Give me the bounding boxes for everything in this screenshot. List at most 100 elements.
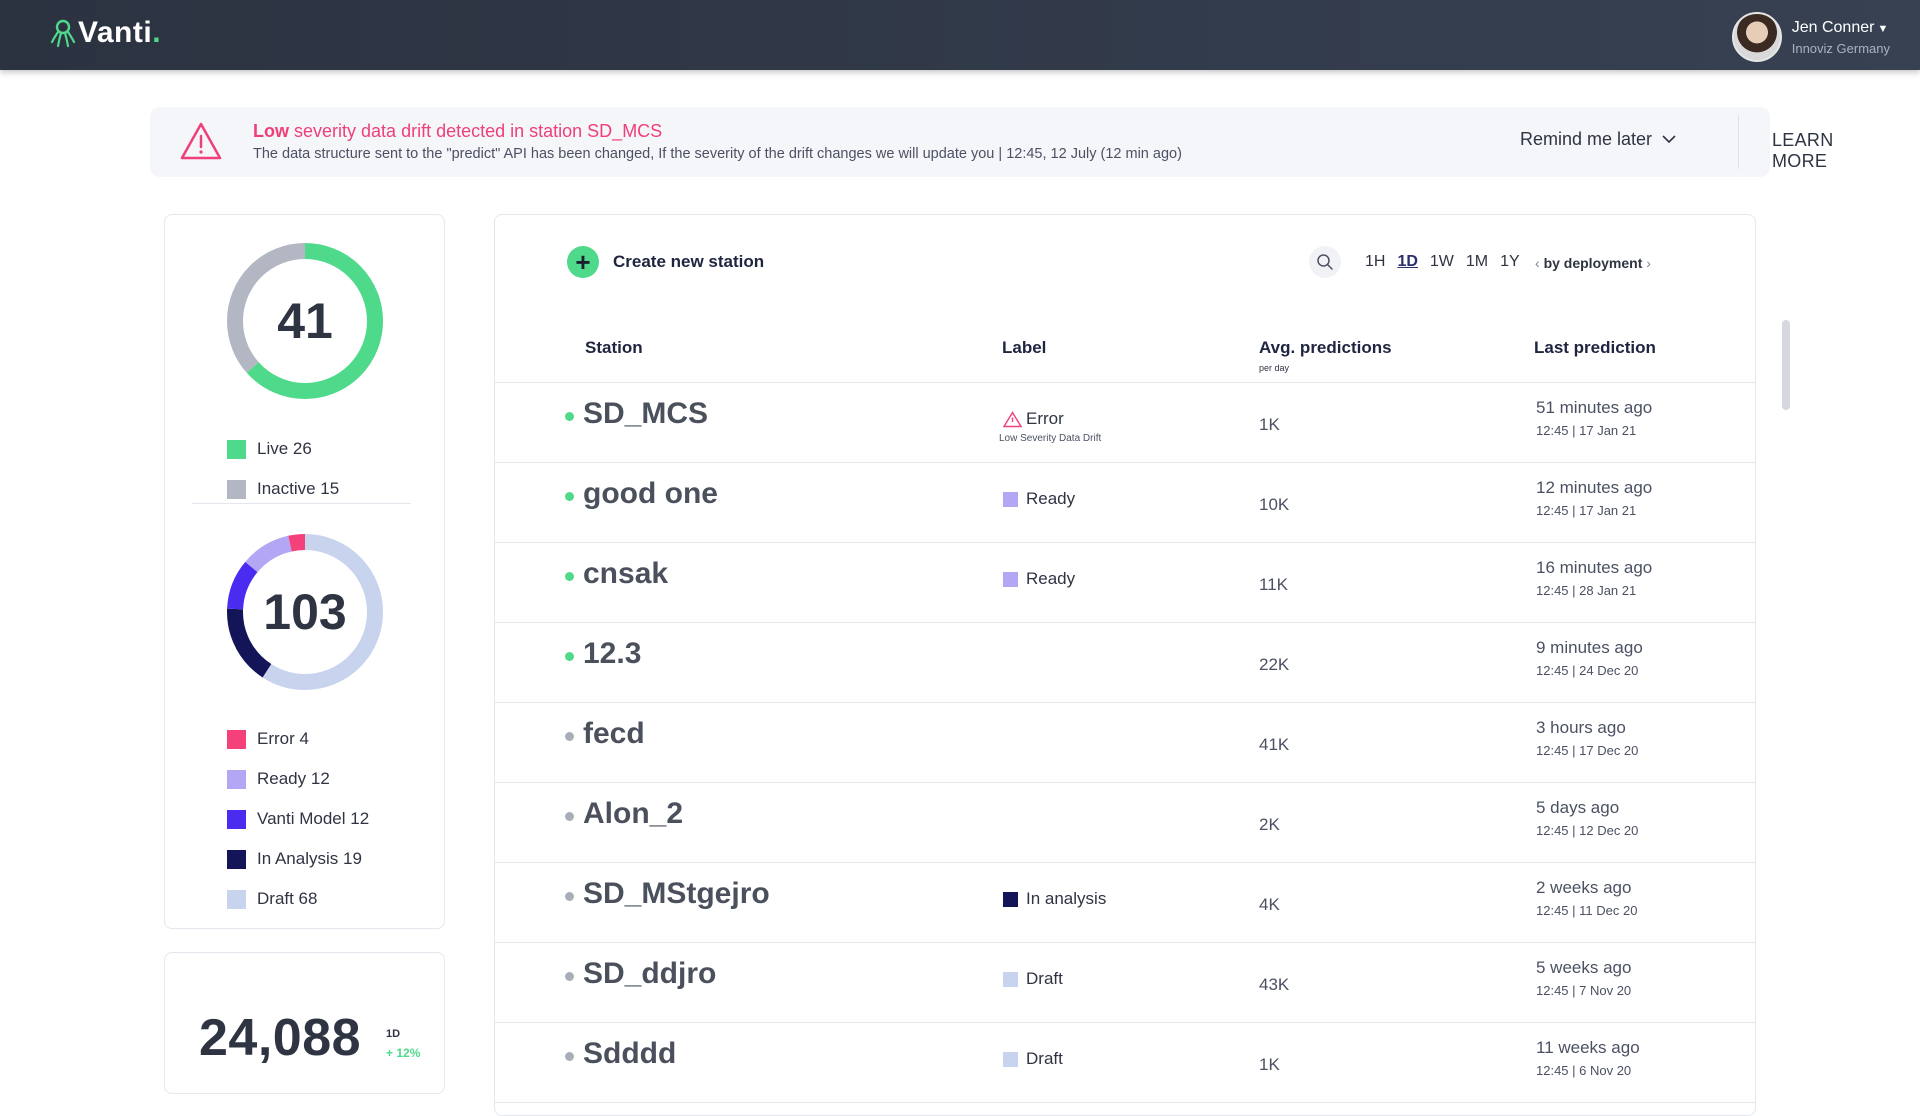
legend-item: Error 4 xyxy=(227,719,369,759)
station-name[interactable]: cnsak xyxy=(583,557,668,591)
predictions-delta: + 12% xyxy=(386,1046,421,1060)
table-row[interactable]: Alon_2 2K 5 days ago 12:45 | 12 Dec 20 xyxy=(495,783,1755,863)
table-row[interactable]: SD_ddjro Draft 43K 5 weeks ago 12:45 | 7 Nov… xyxy=(495,943,1755,1023)
label-swatch xyxy=(1003,571,1018,587)
alert-title: Low severity data drift detected in stat… xyxy=(253,121,662,142)
column-header-avg-predictions-sub: per day xyxy=(1259,363,1290,373)
card-divider xyxy=(192,503,411,504)
inactive-status-dot xyxy=(565,812,574,821)
last-prediction-timestamp: 12:45 | 17 Jan 21 xyxy=(1536,503,1637,518)
create-station-label: Create new station xyxy=(613,252,765,271)
chevron-right-icon: › xyxy=(1646,255,1651,271)
legend-swatch xyxy=(227,809,246,829)
group-by-deployment-toggle[interactable]: ‹ by deployment › xyxy=(1535,255,1651,271)
scrollbar-thumb[interactable] xyxy=(1782,320,1790,410)
range-option-1h[interactable]: 1H xyxy=(1365,253,1385,271)
last-prediction-cell: 5 weeks ago 12:45 | 7 Nov 20 xyxy=(1536,958,1631,998)
top-bar: Vanti. Jen Conner ▼ Innoviz Germany xyxy=(0,0,1920,70)
avg-predictions-value: 4K xyxy=(1259,895,1280,914)
station-name[interactable]: Alon_2 xyxy=(583,797,683,831)
table-row[interactable]: Sdddd Draft 1K 11 weeks ago 12:45 | 6 Nov 20 xyxy=(495,1023,1755,1103)
group-by-label: by deployment xyxy=(1543,255,1643,271)
station-name[interactable]: good one xyxy=(583,477,718,511)
last-prediction-relative: 11 weeks ago xyxy=(1536,1038,1640,1057)
time-range-selector: 1H 1D 1W 1M 1Y xyxy=(1365,253,1532,271)
label-text: Ready xyxy=(1026,569,1076,588)
range-option-1w[interactable]: 1W xyxy=(1430,253,1454,271)
chevron-down-icon xyxy=(1662,135,1676,144)
station-name[interactable]: SD_ddjro xyxy=(583,957,716,991)
station-name[interactable]: SD_MCS xyxy=(583,397,708,431)
remind-me-later-button[interactable]: Remind me later xyxy=(1520,129,1676,150)
last-prediction-cell: 16 minutes ago 12:45 | 28 Jan 21 xyxy=(1536,558,1652,598)
create-new-station-button[interactable]: + Create new station xyxy=(567,246,764,278)
learn-more-button[interactable]: LEARN MORE xyxy=(1772,130,1834,172)
last-prediction-relative: 12 minutes ago xyxy=(1536,478,1653,497)
avg-predictions-value: 2K xyxy=(1259,815,1280,834)
stations-total: 41 xyxy=(277,293,333,349)
column-header-avg-predictions[interactable]: Avg. predictions xyxy=(1259,338,1392,358)
table-row[interactable]: SD_MStgejro In analysis 4K 2 weeks ago 12:45… xyxy=(495,863,1755,943)
last-prediction-cell: 51 minutes ago 12:45 | 17 Jan 21 xyxy=(1536,398,1652,438)
station-name[interactable]: fecd xyxy=(583,717,645,751)
alert-severity: Low xyxy=(253,121,289,141)
avg-predictions-value: 10K xyxy=(1259,495,1290,514)
range-option-1y[interactable]: 1Y xyxy=(1500,253,1520,271)
last-prediction-cell: 3 hours ago 12:45 | 17 Dec 20 xyxy=(1536,718,1638,758)
table-row[interactable]: fecd 41K 3 hours ago 12:45 | 17 Dec 20 xyxy=(495,703,1755,783)
range-option-1m[interactable]: 1M xyxy=(1466,253,1488,271)
last-prediction-relative: 16 minutes ago xyxy=(1536,558,1653,577)
label-swatch xyxy=(1003,1051,1018,1067)
column-header-station[interactable]: Station xyxy=(585,338,643,358)
last-prediction-timestamp: 12:45 | 28 Jan 21 xyxy=(1536,583,1637,598)
label-text: Draft xyxy=(1026,1049,1063,1068)
legend-label: In Analysis 19 xyxy=(257,849,362,868)
label-text: Ready xyxy=(1026,489,1076,508)
user-name-row[interactable]: Jen Conner ▼ xyxy=(1792,19,1890,37)
live-status-dot xyxy=(565,572,574,581)
label-swatch xyxy=(1003,971,1018,987)
last-prediction-relative: 5 weeks ago xyxy=(1536,958,1632,977)
avg-predictions-value: 1K xyxy=(1259,415,1280,434)
search-button[interactable] xyxy=(1309,246,1341,278)
avg-predictions-value: 22K xyxy=(1259,655,1290,674)
label-cell: Draft xyxy=(1003,1049,1063,1069)
table-row[interactable]: good one Ready 10K 12 minutes ago 12:45 | 17… xyxy=(495,463,1755,543)
station-name[interactable]: SD_MStgejro xyxy=(583,877,770,911)
predictions-card: 24,088 1D + 12% xyxy=(164,952,445,1094)
table-row[interactable]: cnsak Ready 11K 16 minutes ago 12:45 | 28 Ja… xyxy=(495,543,1755,623)
table-row[interactable]: 12.3 22K 9 minutes ago 12:45 | 24 Dec 20 xyxy=(495,623,1755,703)
table-row[interactable]: SD_MCS Error Low Severity Data Drift 1K 51 m… xyxy=(495,383,1755,463)
legend-swatch xyxy=(227,439,246,459)
legend-item: Draft 68 xyxy=(227,879,369,919)
chevron-left-icon: ‹ xyxy=(1535,255,1540,271)
legend-item: Live 26 xyxy=(227,429,339,469)
station-name[interactable]: Sdddd xyxy=(583,1037,676,1071)
legend-label: Inactive 15 xyxy=(257,479,340,498)
legend-swatch xyxy=(227,769,246,789)
legend-swatch xyxy=(227,889,246,909)
label-text: Error xyxy=(1026,409,1064,428)
station-name[interactable]: 12.3 xyxy=(583,637,641,671)
vanti-logo[interactable]: Vanti. xyxy=(50,16,161,50)
last-prediction-relative: 51 minutes ago xyxy=(1536,398,1653,417)
user-name: Jen Conner xyxy=(1791,18,1875,36)
inactive-status-dot xyxy=(565,732,574,741)
column-header-label[interactable]: Label xyxy=(1002,338,1046,358)
predictions-total: 24,088 xyxy=(199,1009,362,1067)
range-option-1d[interactable]: 1D xyxy=(1397,253,1417,271)
column-header-last-prediction[interactable]: Last prediction xyxy=(1534,338,1656,358)
predictions-period: 1D xyxy=(386,1028,401,1040)
avatar[interactable] xyxy=(1731,12,1782,62)
label-text: In analysis xyxy=(1026,889,1107,908)
alert-title-text: severity data drift detected in station … xyxy=(294,121,663,141)
last-prediction-relative: 2 weeks ago xyxy=(1536,878,1632,897)
last-prediction-cell: 5 days ago 12:45 | 12 Dec 20 xyxy=(1536,798,1638,838)
logo-dot: . xyxy=(152,16,161,49)
legend-label: Draft 68 xyxy=(257,889,318,908)
last-prediction-cell: 11 weeks ago 12:45 | 6 Nov 20 xyxy=(1536,1038,1640,1078)
summary-card: 41 Live 26 Inactive 15 103 Error 4 Ready 1… xyxy=(164,214,445,929)
alert-description: The data structure sent to the "predict"… xyxy=(253,146,1182,162)
user-menu[interactable]: Jen Conner ▼ Innoviz Germany xyxy=(1731,12,1890,62)
plus-icon: + xyxy=(567,246,599,278)
